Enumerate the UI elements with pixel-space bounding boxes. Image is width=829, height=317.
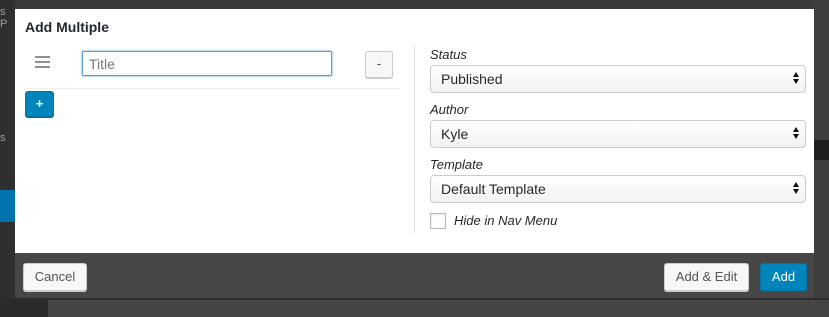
panel-divider: [414, 44, 415, 234]
cancel-button[interactable]: Cancel: [23, 263, 87, 291]
add-multiple-modal: Add Multiple - + Status Published Author…: [15, 9, 814, 298]
backdrop-right: [814, 0, 829, 317]
add-button[interactable]: Add: [760, 263, 807, 291]
author-value: Kyle: [441, 126, 469, 142]
hide-in-nav-label[interactable]: Hide in Nav Menu: [454, 213, 557, 228]
status-value: Published: [441, 71, 503, 87]
modal-footer: Cancel Add & Edit Add: [15, 253, 814, 298]
add-row-button[interactable]: +: [25, 91, 54, 117]
author-select[interactable]: Kyle: [430, 120, 806, 148]
modal-title: Add Multiple: [25, 19, 109, 35]
status-select[interactable]: Published: [430, 65, 806, 93]
rows-panel: - +: [25, 45, 400, 117]
backdrop-bar: [48, 300, 829, 317]
select-arrows-icon: [792, 127, 800, 141]
select-arrows-icon: [792, 182, 800, 196]
status-label: Status: [430, 47, 467, 62]
template-label: Template: [430, 157, 483, 172]
backdrop-text: s: [0, 132, 6, 144]
template-select[interactable]: Default Template: [430, 175, 806, 203]
select-arrows-icon: [792, 72, 800, 86]
backdrop-text: s P: [0, 6, 8, 30]
page-row: -: [25, 45, 400, 89]
remove-row-button[interactable]: -: [365, 51, 393, 78]
template-value: Default Template: [441, 181, 546, 197]
backdrop-left: s P s: [0, 0, 15, 317]
author-label: Author: [430, 102, 469, 117]
backdrop-active-item: [0, 190, 15, 222]
backdrop-block: [814, 140, 829, 160]
backdrop-bottom: [0, 298, 829, 317]
drag-handle-icon[interactable]: [35, 56, 51, 70]
title-input[interactable]: [82, 51, 332, 76]
add-and-edit-button[interactable]: Add & Edit: [664, 263, 749, 291]
hide-in-nav-checkbox[interactable]: [430, 213, 446, 229]
